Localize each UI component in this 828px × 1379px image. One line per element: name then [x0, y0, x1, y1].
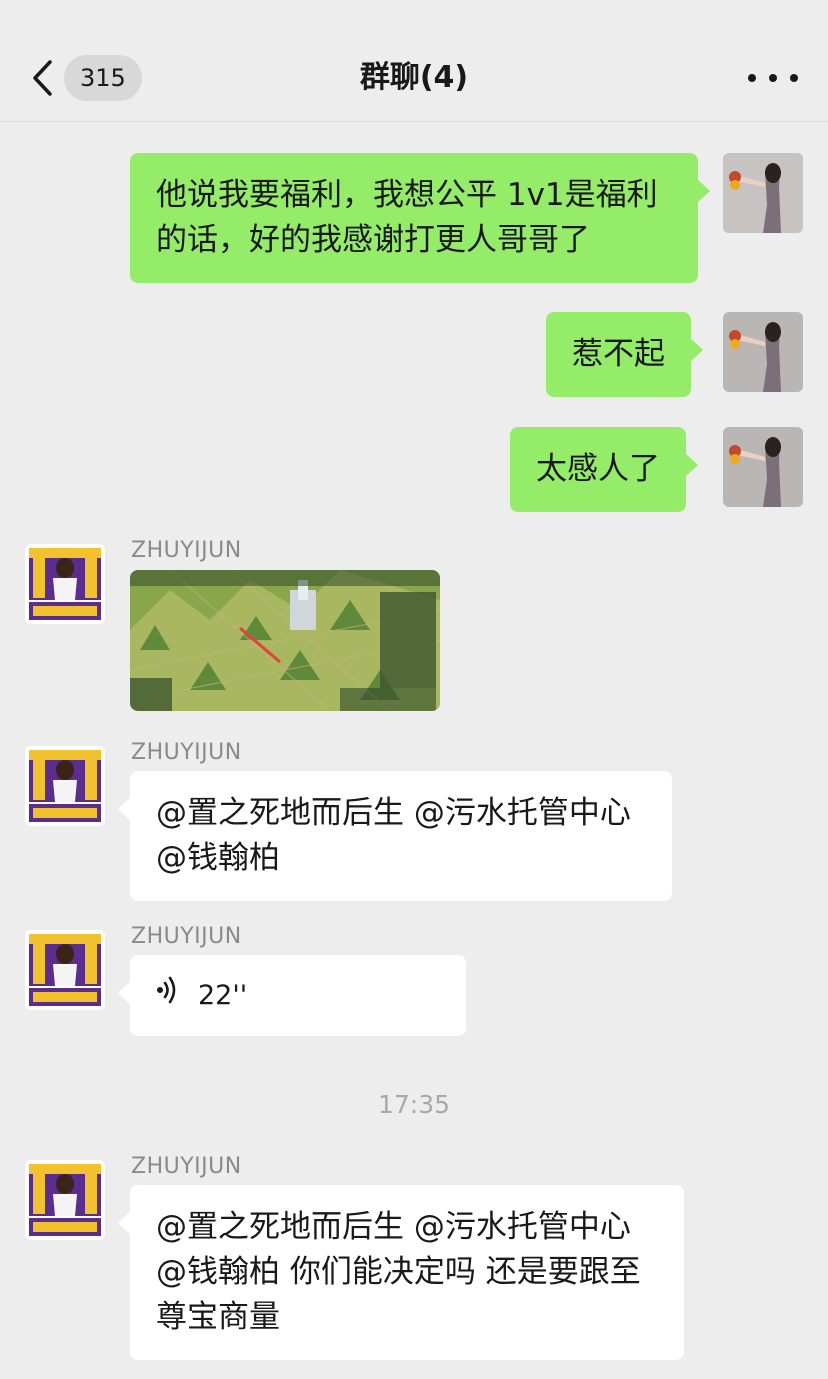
voice-wave-icon	[156, 973, 180, 1018]
voice-message[interactable]: 22''	[118, 955, 466, 1036]
sender-name: ZHUYIJUN	[131, 538, 242, 563]
game-map-screenshot-image[interactable]	[130, 570, 440, 711]
message-bubble-received[interactable]: @置之死地而后生 @污水托管中心@钱翰柏 你们能决定吗 还是要跟至尊宝商量	[118, 1185, 684, 1360]
avatar-self[interactable]	[723, 153, 803, 233]
more-dots-icon[interactable]	[748, 58, 798, 98]
avatar-zhuyijun[interactable]	[25, 544, 105, 624]
message-bubble-sent[interactable]: 他说我要福利，我想公平 1v1是福利的话，好的我感谢打更人哥哥了	[130, 153, 710, 283]
message-bubble-sent[interactable]: 太感人了	[510, 427, 698, 512]
avatar-self[interactable]	[723, 312, 803, 392]
chat-title: 群聊(4)	[359, 60, 469, 95]
sender-name: ZHUYIJUN	[131, 1154, 242, 1179]
avatar-zhuyijun[interactable]	[25, 1160, 105, 1240]
avatar-self[interactable]	[723, 427, 803, 507]
message-bubble-sent[interactable]: 惹不起	[546, 312, 703, 397]
sender-name: ZHUYIJUN	[131, 740, 242, 765]
sender-name: ZHUYIJUN	[131, 924, 242, 949]
avatar-zhuyijun[interactable]	[25, 930, 105, 1010]
chat-header: 315 群聊(4)	[0, 0, 828, 122]
message-timestamp: 17:35	[377, 1090, 451, 1119]
message-bubble-received[interactable]: @置之死地而后生 @污水托管中心@钱翰柏	[118, 771, 672, 901]
voice-duration: 22''	[198, 980, 248, 1011]
avatar-zhuyijun[interactable]	[25, 746, 105, 826]
